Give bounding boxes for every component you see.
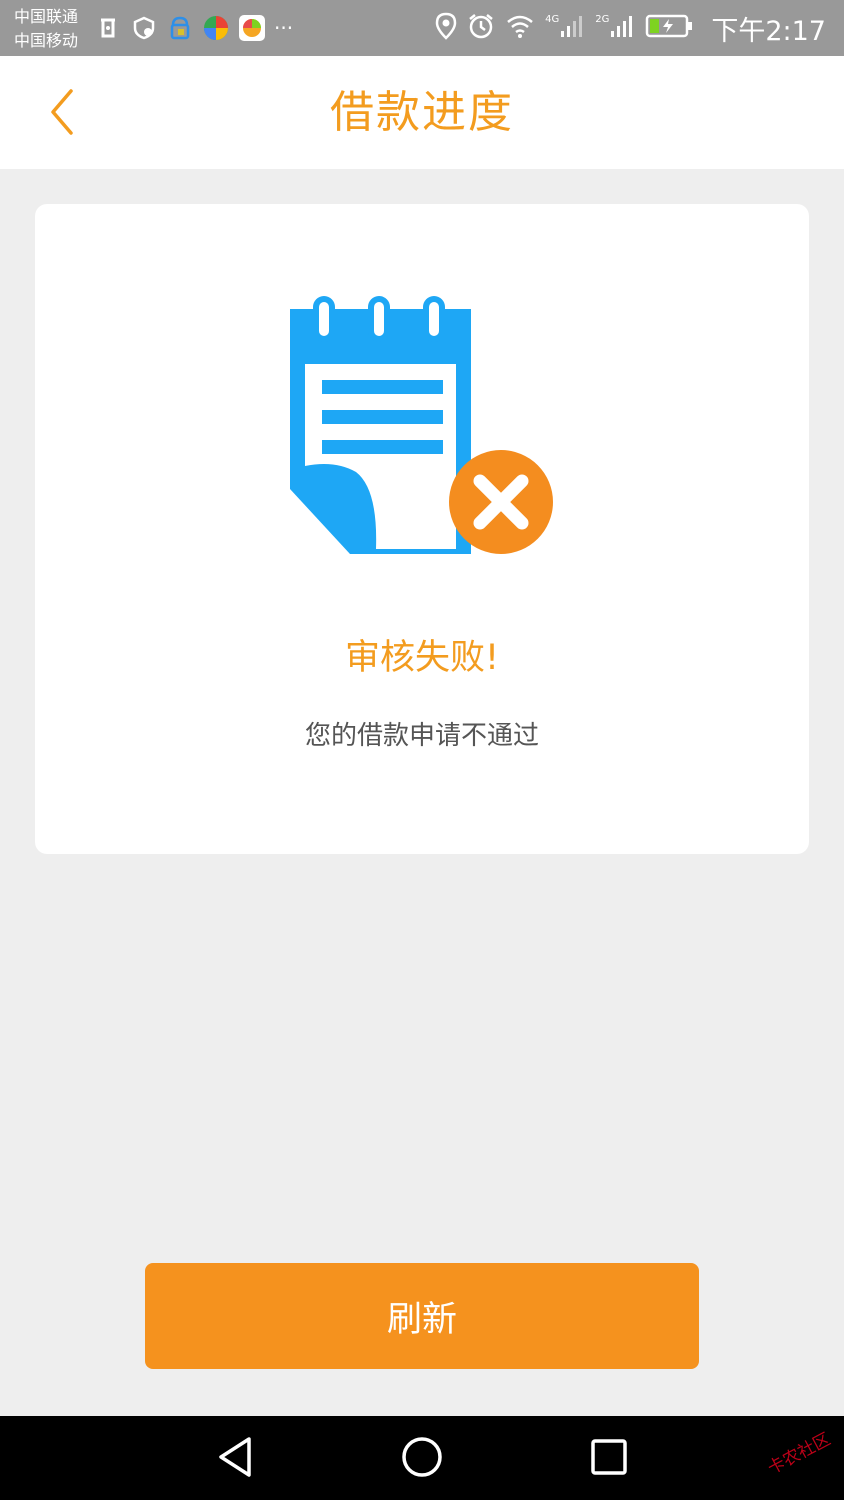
nav-recent-button[interactable] (584, 1434, 634, 1484)
notepad-failed-icon (290, 294, 560, 559)
triangle-back-icon (215, 1435, 255, 1483)
battery-charging-icon (645, 14, 693, 42)
wifi-icon (505, 13, 535, 43)
antenna-icon (94, 14, 122, 42)
watermark: 卡农社区 (764, 1429, 834, 1479)
circle-home-icon (400, 1435, 444, 1483)
result-title: 审核失败! (344, 638, 500, 678)
bag-icon (166, 14, 194, 42)
more-notifications: ··· (274, 16, 294, 40)
carrier-1: 中国联通 (14, 7, 79, 26)
signal-icon (609, 13, 635, 43)
notification-icons: ··· (94, 13, 293, 43)
page-title: 借款进度 (330, 87, 514, 138)
result-card: 审核失败! 您的借款申请不通过 (35, 204, 809, 854)
nav-home-button[interactable] (397, 1434, 447, 1484)
square-recent-icon (589, 1437, 629, 1481)
clock: 下午2:17 (711, 15, 826, 47)
status-bar: 中国联通 中国移动 ··· 4G 2G 下午2:17 (0, 0, 844, 56)
app-icon-2 (238, 14, 266, 42)
system-status: 4G 2G 下午2:17 (435, 10, 826, 47)
nav-back-button[interactable] (210, 1434, 260, 1484)
result-description: 您的借款申请不通过 (304, 721, 539, 751)
navigation-bar: 卡农社区 (0, 1416, 844, 1500)
signal-1-label: 4G (545, 13, 560, 25)
shield-icon (130, 14, 158, 42)
refresh-button[interactable]: 刷新 (145, 1263, 699, 1369)
carrier-info: 中国联通 中国移动 (14, 5, 78, 53)
location-icon (435, 12, 457, 44)
signal-icon (559, 13, 585, 43)
signal-2-label: 2G (595, 13, 610, 25)
app-icon-1 (202, 14, 230, 42)
alarm-icon (467, 12, 495, 44)
app-header: 借款进度 (0, 56, 844, 169)
carrier-2: 中国移动 (14, 31, 79, 50)
